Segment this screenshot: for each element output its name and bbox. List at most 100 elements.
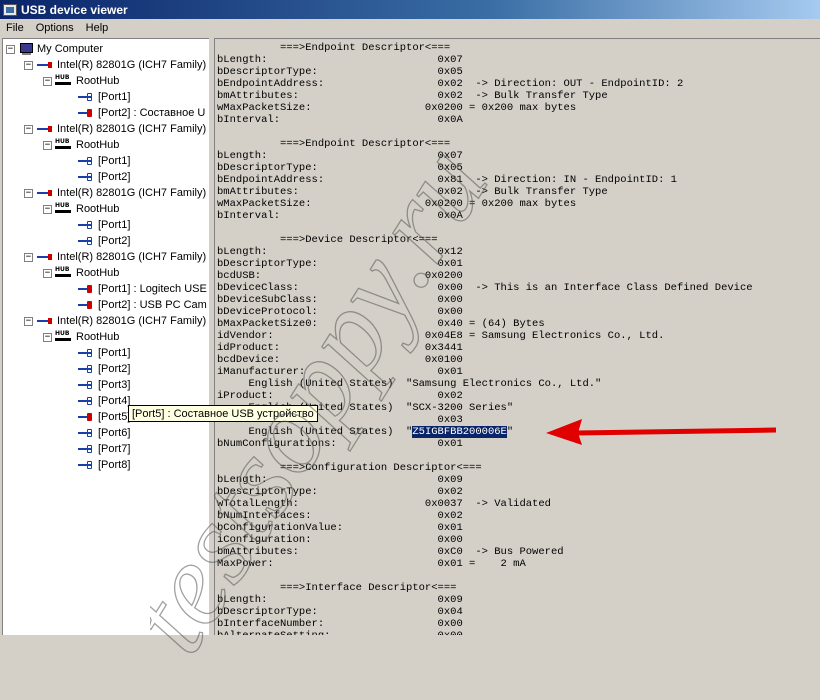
tree-port-label: [Port6]: [98, 427, 131, 439]
descriptor-text: ===>Endpoint Descriptor<===: [217, 138, 451, 150]
tree-port[interactable]: [Port2]: [77, 233, 130, 249]
collapse-toggle-icon[interactable]: −: [24, 124, 33, 134]
descriptor-line: bNumConfigurations: 0x01: [217, 438, 463, 450]
usb-port-icon: [77, 459, 95, 471]
serial-number-selection[interactable]: Z5IGBFBB200006E: [412, 426, 507, 438]
device-tree[interactable]: − My Computer − Intel(R) 82801G (ICH7 Famil…: [2, 38, 209, 635]
tree-roothub[interactable]: − HUB RootHub: [43, 73, 119, 89]
title-bar: USB device viewer: [0, 0, 820, 19]
descriptor-line: wTotalLength: 0x0037 -> Validated: [217, 498, 551, 510]
tree-my-computer-label: My Computer: [37, 43, 104, 55]
menu-bar: File Options Help: [0, 19, 820, 37]
collapse-toggle-icon[interactable]: −: [6, 44, 15, 54]
descriptor-text: wTotalLength: 0x0037 -> Validated: [217, 498, 551, 510]
tree-port[interactable]: [Port4]: [77, 393, 130, 409]
tree-port[interactable]: [Port8]: [77, 457, 130, 473]
descriptor-text: wMaxPacketSize: 0x0200 = 0x200 max bytes: [217, 198, 577, 210]
tree-port[interactable]: [Port1]: [77, 217, 130, 233]
descriptor-line: idProduct: 0x3441: [217, 342, 463, 354]
tree-port[interactable]: [Port2]: [77, 361, 130, 377]
tree-port[interactable]: [Port1]: [77, 153, 130, 169]
descriptor-line: bDescriptorType: 0x05: [217, 162, 463, 174]
descriptor-text: ===>Device Descriptor<===: [217, 234, 438, 246]
descriptor-text: bInterval: 0x0A: [217, 210, 463, 222]
tree-roothub[interactable]: − HUB RootHub: [43, 265, 119, 281]
descriptor-text: idVendor: 0x04E8 = Samsung Electronics C…: [217, 330, 665, 342]
descriptor-line: bEndpointAddress: 0x81 -> Direction: IN …: [217, 174, 677, 186]
descriptor-text: English (United States) "Samsung Electro…: [217, 378, 602, 390]
descriptor-text: bLength: 0x07: [217, 150, 463, 162]
usb-hub-icon: HUB: [55, 203, 73, 215]
usb-hub-icon: HUB: [55, 267, 73, 279]
tree-roothub[interactable]: − HUB RootHub: [43, 137, 119, 153]
tree-roothub-label: RootHub: [76, 203, 120, 215]
usb-controller-icon: [36, 251, 54, 263]
descriptor-text: bLength: 0x09: [217, 594, 463, 606]
usb-port-icon: [77, 411, 95, 423]
tree-port-label: [Port2]: [98, 363, 131, 375]
menu-options[interactable]: Options: [30, 22, 80, 34]
computer-icon: [18, 42, 34, 56]
tree-port-label: [Port7]: [98, 443, 131, 455]
descriptor-text: bDescriptorType: 0x02: [217, 486, 463, 498]
descriptor-line: bAlternateSetting: 0x00: [217, 630, 463, 635]
tree-port-label: [Port1]: [98, 219, 131, 231]
menu-file[interactable]: File: [0, 22, 30, 34]
descriptor-line: bcdDevice: 0x0100: [217, 354, 463, 366]
usb-port-icon: [77, 171, 95, 183]
descriptor-line: iProduct: 0x02: [217, 390, 463, 402]
descriptor-line: bInterval: 0x0A: [217, 210, 463, 222]
port-tooltip: [Port5] : Составное USB устройство: [128, 405, 318, 422]
collapse-toggle-icon[interactable]: −: [43, 140, 52, 150]
tree-port[interactable]: [Port1] : Logitech USE: [77, 281, 207, 297]
tree-controller-label: Intel(R) 82801G (ICH7 Family) U: [57, 315, 209, 327]
tree-controller[interactable]: − Intel(R) 82801G (ICH7 Family) U: [24, 57, 209, 73]
usb-port-icon: [77, 363, 95, 375]
usb-controller-icon: [36, 123, 54, 135]
descriptor-text: bmAttributes: 0x02 -> Bulk Transfer Type: [217, 186, 608, 198]
tree-roothub[interactable]: − HUB RootHub: [43, 201, 119, 217]
collapse-toggle-icon[interactable]: −: [43, 332, 52, 342]
tree-port-label: [Port1]: [98, 91, 131, 103]
descriptor-text: bDescriptorType: 0x05: [217, 162, 463, 174]
descriptor-panel[interactable]: ===>Endpoint Descriptor<=== bLength: 0x07…: [214, 38, 820, 635]
menu-help[interactable]: Help: [80, 22, 115, 34]
usb-port-icon: [77, 395, 95, 407]
tree-roothub[interactable]: − HUB RootHub: [43, 329, 119, 345]
tree-port[interactable]: [Port2] : Составное U: [77, 105, 205, 121]
descriptor-line: bLength: 0x09: [217, 474, 463, 486]
descriptor-line: English (United States) "Z5IGBFBB200006E…: [217, 426, 513, 438]
tree-controller[interactable]: − Intel(R) 82801G (ICH7 Family) U: [24, 185, 209, 201]
collapse-toggle-icon[interactable]: −: [24, 316, 33, 326]
usb-controller-icon: [36, 315, 54, 327]
tree-port[interactable]: [Port3]: [77, 377, 130, 393]
descriptor-line: MaxPower: 0x01 = 2 mA: [217, 558, 526, 570]
collapse-toggle-icon[interactable]: −: [43, 76, 52, 86]
descriptor-line: iManufacturer: 0x01: [217, 366, 463, 378]
usb-hub-icon: HUB: [55, 331, 73, 343]
tree-port[interactable]: [Port6]: [77, 425, 130, 441]
tree-port[interactable]: [Port2] : USB PC Cam: [77, 297, 207, 313]
descriptor-text: bNumInterfaces: 0x02: [217, 510, 463, 522]
tree-controller[interactable]: − Intel(R) 82801G (ICH7 Family) U: [24, 313, 209, 329]
tree-controller[interactable]: − Intel(R) 82801G (ICH7 Family) U: [24, 249, 209, 265]
descriptor-line: wMaxPacketSize: 0x0200 = 0x200 max bytes: [217, 102, 576, 114]
tree-port-label: [Port2] : Составное U: [98, 107, 206, 119]
tree-port[interactable]: [Port2]: [77, 169, 130, 185]
tree-port[interactable]: [Port1]: [77, 345, 130, 361]
collapse-toggle-icon[interactable]: −: [24, 60, 33, 70]
tree-port[interactable]: [Port7]: [77, 441, 130, 457]
descriptor-text: MaxPower: 0x01 = 2 mA: [217, 558, 526, 570]
collapse-toggle-icon[interactable]: −: [43, 204, 52, 214]
tree-port[interactable]: [Port1]: [77, 89, 130, 105]
tree-controller[interactable]: − Intel(R) 82801G (ICH7 Family) U: [24, 121, 209, 137]
descriptor-line: ===>Endpoint Descriptor<===: [217, 138, 450, 150]
descriptor-line: bConfigurationValue: 0x01: [217, 522, 463, 534]
tree-my-computer[interactable]: − My Computer: [6, 41, 103, 57]
app-icon: [3, 3, 17, 16]
collapse-toggle-icon[interactable]: −: [24, 252, 33, 262]
collapse-toggle-icon[interactable]: −: [43, 268, 52, 278]
tree-port-label: [Port2] : USB PC Cam: [98, 299, 207, 311]
collapse-toggle-icon[interactable]: −: [24, 188, 33, 198]
window-title: USB device viewer: [21, 2, 128, 17]
